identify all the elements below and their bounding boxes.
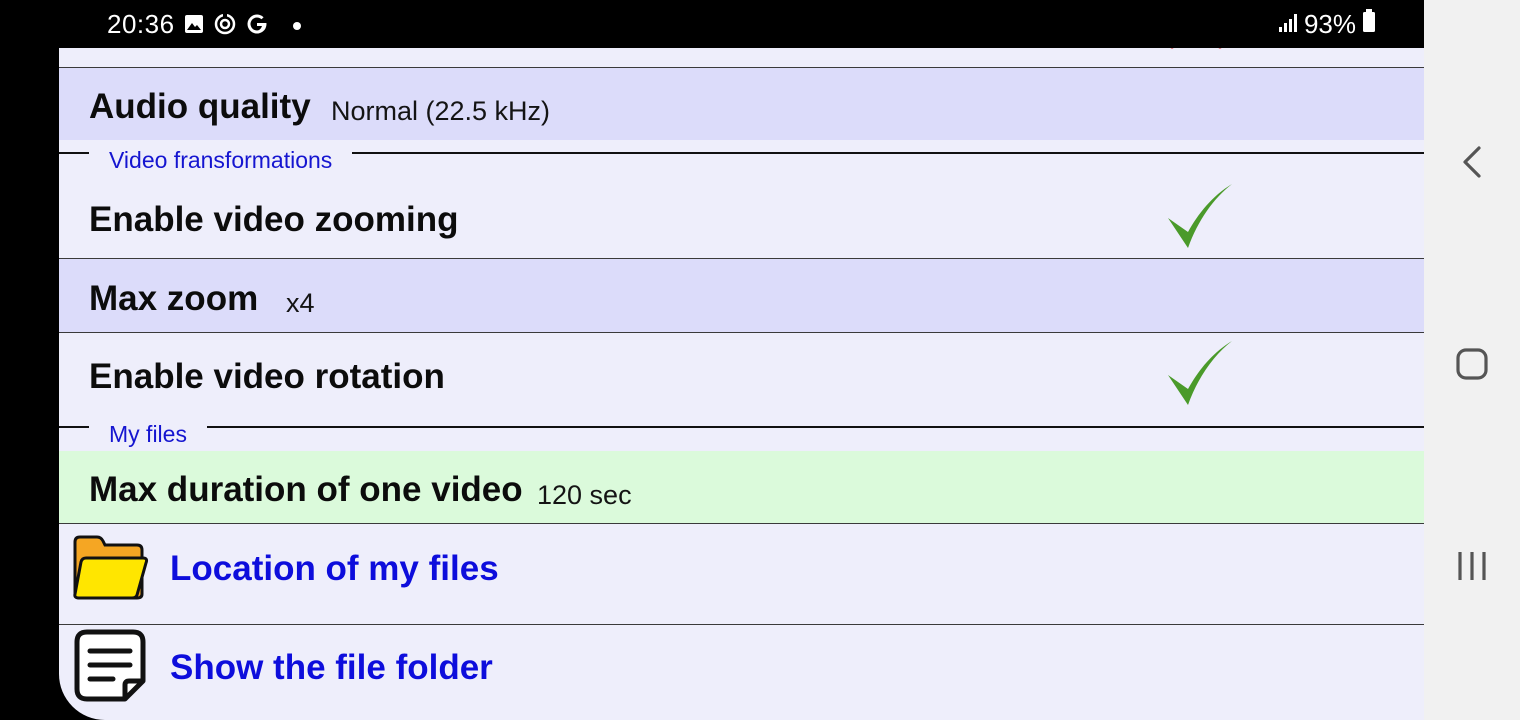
link-label: Location of my files bbox=[170, 549, 499, 588]
setting-max-duration[interactable]: Max duration of one video 120 sec bbox=[59, 451, 1424, 523]
recent-apps-button[interactable] bbox=[1424, 536, 1520, 596]
setting-value: x4 bbox=[286, 288, 315, 318]
partial-row bbox=[59, 48, 1424, 67]
folder-icon bbox=[73, 535, 149, 600]
dot-icon bbox=[292, 18, 302, 36]
setting-value: 120 sec bbox=[537, 480, 632, 510]
setting-enable-video-rotation[interactable]: Enable video rotation bbox=[59, 333, 1424, 423]
battery-percent: 93% bbox=[1303, 9, 1356, 39]
setting-value: Normal (22.5 kHz) bbox=[331, 96, 551, 126]
setting-max-zoom[interactable]: Max zoom x4 bbox=[59, 259, 1424, 332]
document-icon bbox=[74, 629, 146, 702]
section-header-video: Video fransformations bbox=[89, 147, 353, 174]
settings-panel: Audio quality Normal (22.5 kHz) Video fr… bbox=[59, 48, 1424, 720]
show-file-folder-link[interactable]: Show the file folder bbox=[59, 625, 1424, 720]
system-nav-bar bbox=[1424, 0, 1520, 720]
back-icon bbox=[1463, 146, 1481, 178]
setting-title: Max duration of one video bbox=[89, 470, 523, 509]
back-button[interactable] bbox=[1424, 132, 1520, 192]
setting-title: Enable video zooming bbox=[89, 200, 459, 239]
checkmark-icon bbox=[1168, 184, 1232, 248]
setting-title: Audio quality bbox=[89, 87, 311, 126]
setting-enable-video-zooming[interactable]: Enable video zooming bbox=[59, 176, 1424, 258]
sync-icon bbox=[214, 13, 236, 40]
section-header-my-files: My files bbox=[89, 421, 207, 448]
setting-audio-quality[interactable]: Audio quality Normal (22.5 kHz) bbox=[59, 68, 1424, 140]
battery-icon bbox=[1362, 9, 1376, 40]
section-divider bbox=[59, 426, 1424, 428]
status-right: 93% bbox=[1278, 9, 1376, 40]
setting-title: Enable video rotation bbox=[89, 357, 445, 396]
status-notification-icons bbox=[184, 13, 302, 40]
checkmark-icon bbox=[1168, 341, 1232, 405]
setting-title: Max zoom bbox=[89, 279, 259, 318]
status-time: 20:36 bbox=[107, 9, 175, 39]
link-label: Show the file folder bbox=[170, 648, 493, 687]
recents-icon bbox=[1458, 552, 1486, 580]
home-button[interactable] bbox=[1424, 334, 1520, 394]
home-icon bbox=[1456, 348, 1488, 380]
location-of-my-files-link[interactable]: Location of my files bbox=[59, 524, 1424, 624]
status-bar: 20:36 93% bbox=[0, 0, 1424, 48]
google-icon bbox=[246, 13, 268, 40]
gallery-icon bbox=[184, 14, 204, 39]
signal-icon bbox=[1278, 9, 1298, 40]
red-mark-icon bbox=[1170, 48, 1222, 49]
